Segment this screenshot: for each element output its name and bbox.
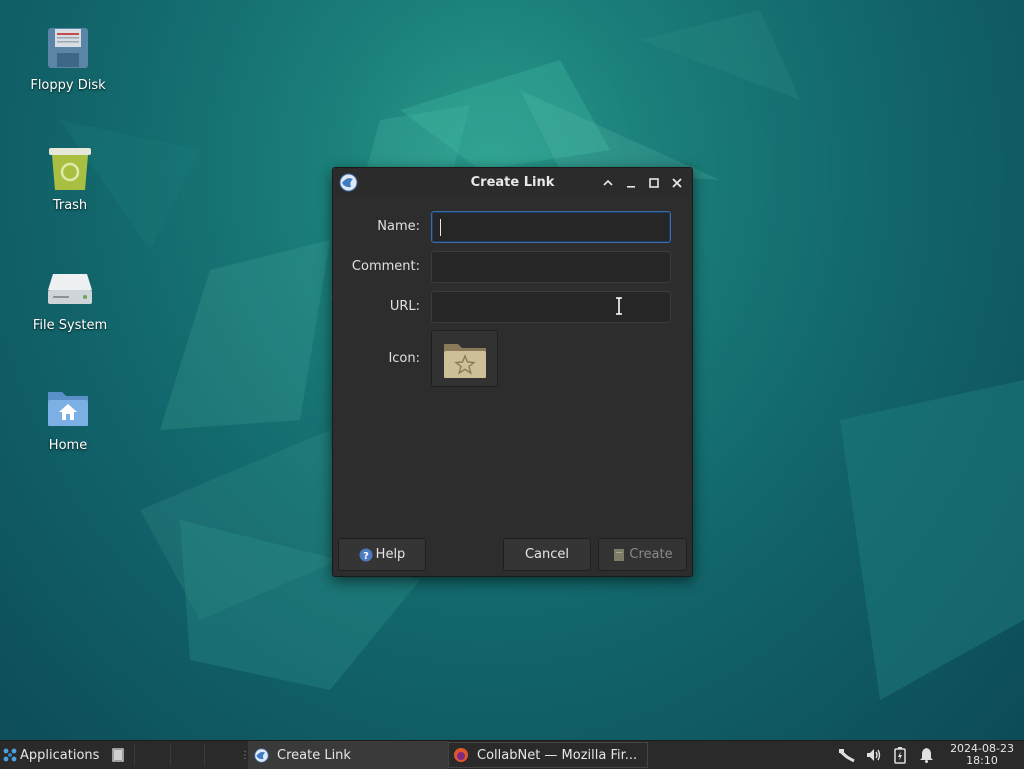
- desktop-icon-home[interactable]: Home: [18, 384, 118, 453]
- chevron-up-icon: [603, 179, 613, 186]
- name-input[interactable]: [432, 212, 670, 242]
- cancel-button-label: Cancel: [524, 547, 570, 562]
- network-status-button[interactable]: [838, 741, 856, 769]
- home-folder-icon: [44, 384, 92, 432]
- taskbar: Applications ⋮ Create Link CollabNet — M…: [0, 740, 1024, 769]
- help-button-label: Help: [375, 547, 406, 562]
- taskbar-window-label: Create Link: [277, 747, 351, 763]
- show-desktop-button[interactable]: [112, 741, 124, 769]
- applications-menu-button[interactable]: Applications: [3, 741, 99, 769]
- name-label: Name:: [377, 219, 420, 234]
- url-input[interactable]: [432, 292, 670, 322]
- taskbar-window-firefox[interactable]: CollabNet — Mozilla Fir...: [448, 742, 648, 768]
- desktop-icon-trash[interactable]: Trash: [20, 144, 120, 213]
- comment-label: Comment:: [351, 259, 420, 274]
- firefox-icon: [454, 748, 468, 762]
- globe-link-icon: [254, 747, 269, 763]
- desktop-icon-label: Trash: [52, 198, 88, 213]
- volume-button[interactable]: [865, 741, 883, 769]
- battery-charging-icon: [894, 746, 906, 764]
- minimize-icon: [627, 186, 635, 188]
- document-new-icon: [614, 548, 625, 561]
- trash-icon: [46, 144, 94, 192]
- cancel-button[interactable]: Cancel: [503, 538, 591, 571]
- desktop-icon-label: File System: [32, 318, 108, 333]
- notifications-button[interactable]: [919, 741, 934, 769]
- clock-time: 18:10: [966, 754, 998, 767]
- desktop-icon-floppy-disk[interactable]: Floppy Disk: [18, 24, 118, 93]
- clock[interactable]: 2024-08-23 18:10: [950, 743, 1014, 767]
- create-button-label: Create: [629, 547, 673, 562]
- hard-drive-icon: [46, 264, 94, 312]
- desktop-icon: [112, 748, 124, 762]
- text-cursor-icon: [616, 297, 622, 315]
- desktop-icon-file-system[interactable]: File System: [20, 264, 120, 333]
- applications-label: Applications: [20, 747, 100, 763]
- comment-field-box: [431, 251, 671, 283]
- shade-button[interactable]: [600, 175, 616, 191]
- close-icon: [672, 178, 682, 188]
- name-field-box: [431, 211, 671, 243]
- create-link-dialog: Create Link Name: Comment: URL: Icon: ? …: [332, 167, 693, 577]
- maximize-button[interactable]: [646, 175, 662, 191]
- bell-icon: [920, 748, 933, 763]
- url-field-box: [431, 291, 671, 323]
- icon-picker-button[interactable]: [431, 330, 498, 387]
- workspace-divider: [204, 744, 205, 766]
- minimize-button[interactable]: [623, 175, 639, 191]
- comment-input[interactable]: [432, 252, 670, 282]
- help-icon: ?: [359, 548, 373, 562]
- create-button[interactable]: Create: [598, 538, 687, 571]
- taskbar-window-label: CollabNet — Mozilla Fir...: [477, 747, 638, 763]
- icon-label: Icon:: [388, 351, 420, 366]
- dialog-titlebar[interactable]: Create Link: [333, 168, 692, 198]
- maximize-icon: [649, 178, 659, 188]
- network-wired-icon: [839, 749, 855, 763]
- close-button[interactable]: [669, 175, 685, 191]
- desktop-icon-label: Floppy Disk: [30, 78, 106, 93]
- url-label: URL:: [389, 299, 420, 314]
- power-status-button[interactable]: [894, 741, 906, 769]
- floppy-disk-icon: [44, 24, 92, 72]
- workspace-divider: [170, 744, 171, 766]
- taskbar-window-create-link[interactable]: Create Link: [248, 741, 448, 769]
- volume-icon: [867, 749, 881, 761]
- bookmark-folder-icon: [443, 343, 486, 378]
- workspace-divider: [134, 744, 135, 766]
- help-button[interactable]: ? Help: [338, 538, 426, 571]
- svg-text:?: ?: [363, 551, 369, 562]
- text-caret: [440, 219, 441, 236]
- desktop-icon-label: Home: [48, 438, 88, 453]
- xfce-logo-icon: [3, 748, 17, 762]
